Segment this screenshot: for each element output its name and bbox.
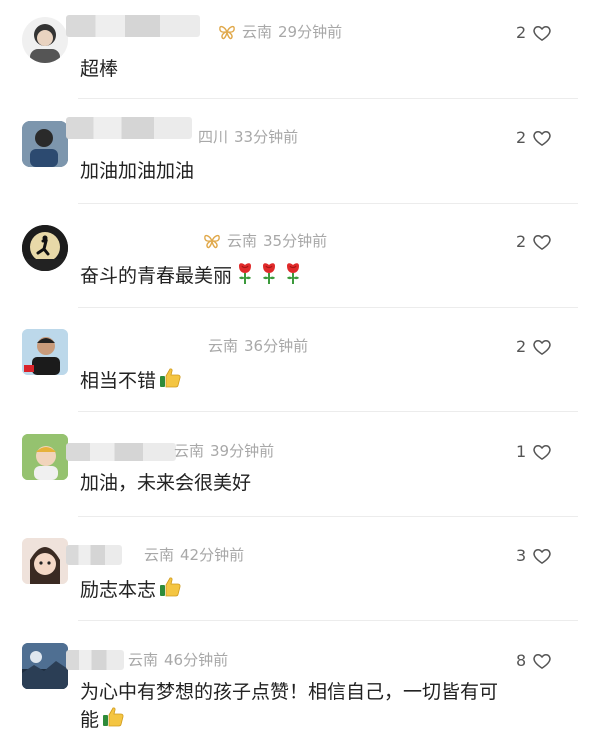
like-button[interactable]: 2 xyxy=(516,232,552,252)
divider xyxy=(78,620,578,621)
avatar[interactable] xyxy=(22,17,68,63)
location: 云南 xyxy=(242,23,273,41)
divider xyxy=(78,411,578,412)
timestamp: 35分钟前 xyxy=(263,232,328,250)
comment-meta: 云南 42分钟前 xyxy=(144,545,250,565)
heart-icon xyxy=(532,337,552,357)
location: 云南 xyxy=(227,232,258,250)
comment-meta: 云南 36分钟前 xyxy=(208,336,314,356)
comment-meta: 云南 46分钟前 xyxy=(128,650,234,670)
like-count: 3 xyxy=(516,546,527,565)
butterfly-icon xyxy=(203,233,221,249)
comment-text: 加油加油加油 xyxy=(80,160,195,182)
comment-meta: 云南 35分钟前 xyxy=(203,231,333,251)
avatar[interactable] xyxy=(22,434,68,480)
like-button[interactable]: 8 xyxy=(516,651,552,671)
comment-text-line1: 为心中有梦想的孩子点赞！相信自己，一切皆有可 xyxy=(80,681,499,703)
location: 四川 xyxy=(198,128,229,146)
comment-text: 加油，未来会很美好 xyxy=(80,472,252,494)
location: 云南 xyxy=(144,546,175,564)
timestamp: 39分钟前 xyxy=(210,442,275,460)
thumbs-up-icon xyxy=(158,575,182,599)
like-button[interactable]: 2 xyxy=(516,128,552,148)
heart-icon xyxy=(532,23,552,43)
comment-body: 奋斗的青春最美丽 xyxy=(80,261,570,289)
like-count: 8 xyxy=(516,651,527,670)
rose-icon xyxy=(234,261,256,285)
avatar[interactable] xyxy=(22,329,68,375)
thumbs-up-icon xyxy=(158,366,182,390)
divider xyxy=(78,516,578,517)
rose-icon xyxy=(282,261,304,285)
location: 云南 xyxy=(208,337,239,355)
comment-text: 励志本志 xyxy=(80,579,157,601)
heart-icon xyxy=(532,232,552,252)
comment-meta: 云南 29分钟前 xyxy=(218,22,348,42)
comment-body: 相当不错 xyxy=(80,366,570,394)
comment-text: 奋斗的青春最美丽 xyxy=(80,265,233,287)
timestamp: 42分钟前 xyxy=(180,546,245,564)
like-count: 2 xyxy=(516,23,527,42)
username-blurred[interactable] xyxy=(66,443,176,461)
heart-icon xyxy=(532,442,552,462)
location: 云南 xyxy=(128,651,159,669)
comment-text: 相当不错 xyxy=(80,370,157,392)
comment-body: 励志本志 xyxy=(80,575,570,603)
username-blurred[interactable] xyxy=(66,15,200,37)
butterfly-icon xyxy=(218,24,236,40)
heart-icon xyxy=(532,128,552,148)
like-button[interactable]: 1 xyxy=(516,442,552,462)
divider xyxy=(78,98,578,99)
avatar[interactable] xyxy=(22,643,68,689)
comment-text-line2: 能 xyxy=(80,709,100,731)
thumbs-up-icon xyxy=(101,705,125,729)
comment-meta: 云南 39分钟前 xyxy=(174,441,280,461)
like-button[interactable]: 2 xyxy=(516,23,552,43)
username-blurred[interactable] xyxy=(66,117,192,139)
avatar[interactable] xyxy=(22,225,68,271)
divider xyxy=(78,203,578,204)
username-blurred[interactable] xyxy=(66,650,124,670)
heart-icon xyxy=(532,651,552,671)
comment-text: 超棒 xyxy=(80,58,119,80)
comment-body: 为心中有梦想的孩子点赞！相信自己，一切皆有可 能 xyxy=(80,679,570,733)
comment-meta: 四川 33分钟前 xyxy=(198,127,304,147)
divider xyxy=(78,307,578,308)
like-button[interactable]: 2 xyxy=(516,337,552,357)
like-count: 2 xyxy=(516,128,527,147)
avatar[interactable] xyxy=(22,538,68,584)
username-blurred[interactable] xyxy=(66,545,122,565)
heart-icon xyxy=(532,546,552,566)
avatar[interactable] xyxy=(22,121,68,167)
rose-icon xyxy=(258,261,280,285)
timestamp: 36分钟前 xyxy=(244,337,309,355)
like-button[interactable]: 3 xyxy=(516,546,552,566)
timestamp: 33分钟前 xyxy=(234,128,299,146)
timestamp: 29分钟前 xyxy=(278,23,343,41)
like-count: 2 xyxy=(516,232,527,251)
like-count: 1 xyxy=(516,442,527,461)
like-count: 2 xyxy=(516,337,527,356)
location: 云南 xyxy=(174,442,205,460)
timestamp: 46分钟前 xyxy=(164,651,229,669)
